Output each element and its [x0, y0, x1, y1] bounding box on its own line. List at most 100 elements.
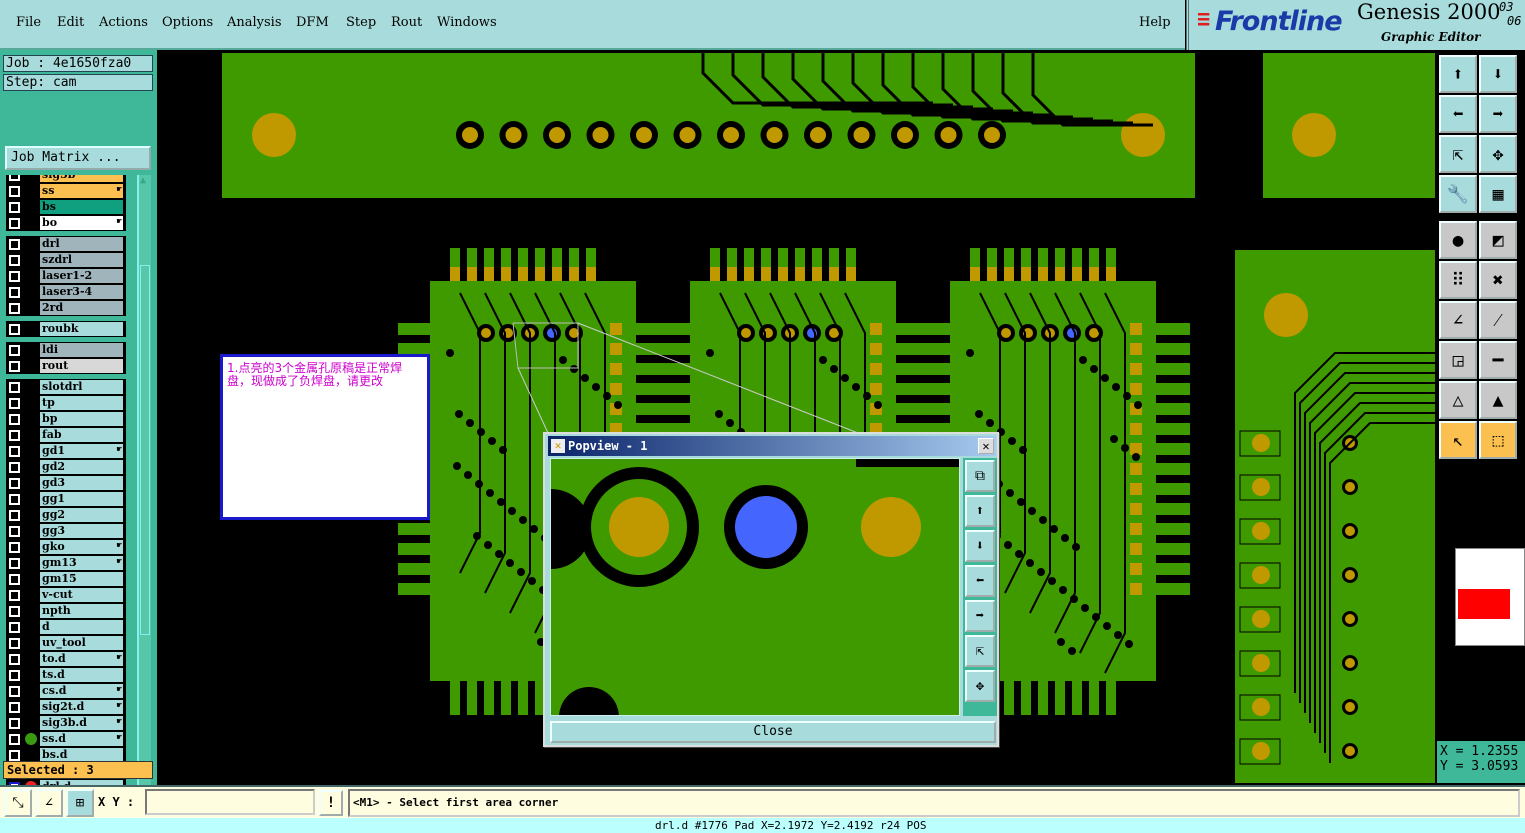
layer-row[interactable]: gko ☛: [6, 539, 126, 555]
menu-rout[interactable]: Rout: [391, 15, 422, 30]
zoom-out-icon[interactable]: ⇱: [1439, 135, 1477, 173]
zoom-down-icon[interactable]: ⬇: [1479, 55, 1517, 93]
add-pad-icon[interactable]: ●: [1439, 221, 1477, 259]
scroll-thumb[interactable]: [140, 265, 150, 635]
zoom-up-icon[interactable]: ⬆: [1439, 55, 1477, 93]
layer-checkbox[interactable]: [9, 361, 20, 372]
layer-row[interactable]: sig2t.d ☛: [6, 699, 126, 715]
layer-row[interactable]: szdrl: [6, 252, 126, 268]
layer-row[interactable]: ldi: [6, 342, 126, 358]
layer-scrollbar[interactable]: ▲ ▼: [137, 175, 151, 805]
zoom-home-icon[interactable]: ⧉: [965, 460, 995, 492]
layer-name[interactable]: bo: [40, 216, 123, 230]
layer-checkbox[interactable]: [9, 478, 20, 489]
job-matrix-button[interactable]: Job Matrix ...: [5, 146, 151, 170]
layer-row[interactable]: gd1 ☛: [6, 443, 126, 459]
layer-checkbox[interactable]: [9, 202, 20, 213]
layer-name[interactable]: npth: [40, 604, 123, 618]
layer-name[interactable]: slotdrl: [40, 380, 123, 394]
layer-row[interactable]: bo ☛: [6, 215, 126, 231]
layer-row[interactable]: 2rd: [6, 300, 126, 316]
layer-row[interactable]: drl: [6, 236, 126, 252]
layer-checkbox[interactable]: [9, 175, 20, 181]
layer-name[interactable]: uv_tool: [40, 636, 123, 650]
layer-checkbox[interactable]: [9, 750, 20, 761]
pointer-icon[interactable]: ↖: [1439, 421, 1477, 459]
layer-checkbox[interactable]: [9, 382, 20, 393]
menu-actions[interactable]: Actions: [99, 15, 148, 30]
layer-row[interactable]: tp: [6, 395, 126, 411]
layer-name[interactable]: gm15: [40, 572, 123, 586]
layer-checkbox[interactable]: [9, 702, 20, 713]
layer-checkbox[interactable]: [9, 271, 20, 282]
layer-checkbox[interactable]: [9, 287, 20, 298]
layer-name[interactable]: sig3b: [40, 175, 123, 182]
pan-right-icon[interactable]: ➡: [965, 600, 995, 632]
layer-name[interactable]: roubk: [40, 322, 123, 336]
layer-name[interactable]: rout: [40, 359, 123, 373]
delete-icon[interactable]: ✖: [1479, 261, 1517, 299]
menu-dfm[interactable]: DFM: [296, 15, 329, 30]
layer-row[interactable]: to.d ☛: [6, 651, 126, 667]
layer-row[interactable]: bs: [6, 199, 126, 215]
layer-row[interactable]: ts.d: [6, 667, 126, 683]
layer-checkbox[interactable]: [9, 446, 20, 457]
layer-checkbox[interactable]: [9, 574, 20, 585]
layer-row[interactable]: gg2: [6, 507, 126, 523]
layer-name[interactable]: laser1-2: [40, 269, 123, 283]
close-icon[interactable]: ✕: [978, 438, 994, 454]
layer-checkbox[interactable]: [9, 654, 20, 665]
layer-row[interactable]: cs.d ☛: [6, 683, 126, 699]
layer-name[interactable]: d: [40, 620, 123, 634]
zoom-in-icon[interactable]: ✥: [965, 670, 995, 702]
layer-checkbox[interactable]: [9, 590, 20, 601]
connect-icon[interactable]: ⠿: [1439, 261, 1477, 299]
layer-checkbox[interactable]: [9, 638, 20, 649]
layer-checkbox[interactable]: [9, 414, 20, 425]
layer-name[interactable]: v-cut: [40, 588, 123, 602]
layer-name[interactable]: ss.d: [40, 732, 123, 746]
layer-row[interactable]: d: [6, 619, 126, 635]
layer-name[interactable]: cs.d: [40, 684, 123, 698]
layer-row[interactable]: sig3b.d ☛: [6, 715, 126, 731]
move-icon[interactable]: ◲: [1439, 341, 1477, 379]
layer-name[interactable]: gko: [40, 540, 123, 554]
triangle-icon[interactable]: △: [1439, 381, 1477, 419]
layer-checkbox[interactable]: [9, 239, 20, 250]
pointer-select-icon[interactable]: ⬚: [1479, 421, 1517, 459]
layer-checkbox[interactable]: [9, 510, 20, 521]
zoom-out-icon[interactable]: ⇱: [965, 635, 995, 667]
layer-row[interactable]: ss.d ☛: [6, 731, 126, 747]
measure-icon[interactable]: ⤡: [4, 789, 32, 817]
pan-right-icon[interactable]: ➡: [1479, 95, 1517, 133]
pan-left-icon[interactable]: ⬅: [1439, 95, 1477, 133]
layer-name[interactable]: gg3: [40, 524, 123, 538]
layer-checkbox[interactable]: [9, 670, 20, 681]
pan-up-icon[interactable]: ⬆: [965, 495, 995, 527]
layer-name[interactable]: ldi: [40, 343, 123, 357]
layer-checkbox[interactable]: [9, 558, 20, 569]
alert-icon[interactable]: !: [319, 790, 343, 816]
snap-angle-icon[interactable]: ∠: [35, 789, 63, 817]
layer-row[interactable]: gd3: [6, 475, 126, 491]
line-icon[interactable]: ∠: [1439, 301, 1477, 339]
menu-edit[interactable]: Edit: [57, 15, 84, 30]
grid-icon[interactable]: ▦: [1479, 175, 1517, 213]
layer-name[interactable]: bs.d: [40, 748, 123, 762]
layer-name[interactable]: sig2t.d: [40, 700, 123, 714]
menu-step[interactable]: Step: [346, 15, 376, 30]
layer-checkbox[interactable]: [9, 542, 20, 553]
menu-windows[interactable]: Windows: [437, 15, 497, 30]
menu-file[interactable]: File: [16, 15, 41, 30]
layer-checkbox[interactable]: [9, 734, 20, 745]
layer-name[interactable]: ss: [40, 184, 123, 198]
layer-row[interactable]: fab: [6, 427, 126, 443]
layer-row[interactable]: v-cut: [6, 587, 126, 603]
layer-row[interactable]: laser3-4: [6, 284, 126, 300]
layer-row[interactable]: ss ☛: [6, 183, 126, 199]
layer-name[interactable]: gm13: [40, 556, 123, 570]
layer-name[interactable]: sig3b.d: [40, 716, 123, 730]
layer-name[interactable]: gg2: [40, 508, 123, 522]
break-icon[interactable]: ━: [1479, 341, 1517, 379]
xy-input[interactable]: [145, 789, 315, 815]
